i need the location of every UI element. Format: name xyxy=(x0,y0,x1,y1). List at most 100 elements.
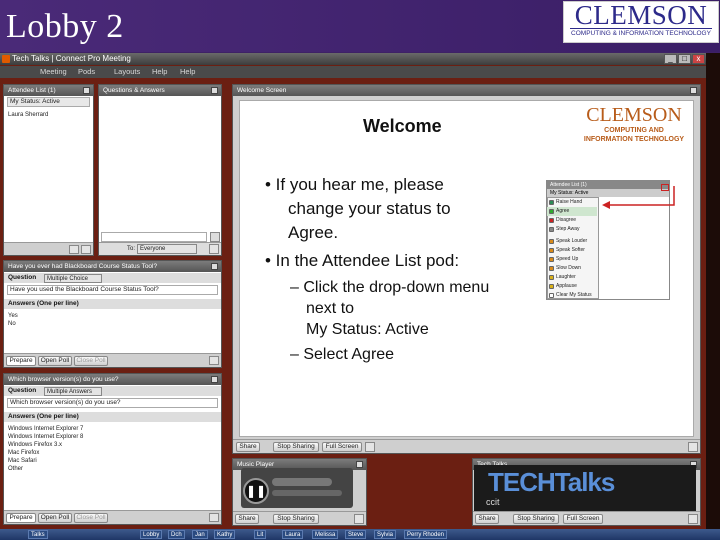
pause-icon[interactable]: ❚❚ xyxy=(243,478,269,504)
my-status-dropdown[interactable]: My Status: Active xyxy=(7,97,90,107)
close-poll-button[interactable]: Close Poll xyxy=(74,513,108,523)
slide-title: Lobby 2 xyxy=(6,8,124,45)
menu-layouts[interactable]: Layouts xyxy=(114,66,140,78)
share-options-icon[interactable] xyxy=(365,442,375,452)
logo-tagline: COMPUTING & INFORMATION TECHNOLOGY xyxy=(570,28,712,37)
logo-wordmark: CLEMSON xyxy=(574,0,708,30)
taskbar-item[interactable]: Jan xyxy=(192,530,208,539)
progress-bar[interactable] xyxy=(272,490,342,496)
taskbar-item[interactable]: Kathy xyxy=(214,530,236,539)
poll-options-icon[interactable] xyxy=(209,356,219,365)
stop-sharing-button[interactable]: Stop Sharing xyxy=(513,514,559,524)
ccit-badge: ccit xyxy=(486,497,500,507)
pod-title: Have you ever had Blackboard Course Stat… xyxy=(8,263,158,270)
prepare-tab[interactable]: Prepare xyxy=(6,513,36,523)
maximize-button[interactable]: □ xyxy=(678,54,691,64)
options-icon[interactable] xyxy=(69,245,79,254)
share-button[interactable]: Share xyxy=(235,514,259,524)
menu-help[interactable]: Help xyxy=(152,66,167,78)
answer-line[interactable]: Yes xyxy=(8,312,18,320)
red-arrow-icon xyxy=(602,186,675,209)
menu-item: Speak Softer xyxy=(547,246,597,255)
menu-meeting[interactable]: Meeting xyxy=(40,66,67,78)
agree-icon xyxy=(549,209,554,214)
menu-item: Clear My Status xyxy=(547,291,597,300)
pod-header: Attendee List (1) xyxy=(4,85,93,96)
taskbar-item[interactable]: Sylvia xyxy=(374,530,397,539)
taskbar-item[interactable]: Dch xyxy=(168,530,185,539)
pod-header: Which browser version(s) do you use? xyxy=(4,374,221,385)
close-poll-button[interactable]: Close Poll xyxy=(74,356,108,366)
step-away-icon xyxy=(549,227,554,232)
attendee-row[interactable]: Laura Sherrard xyxy=(8,111,48,119)
resize-icon[interactable] xyxy=(688,514,698,524)
question-field[interactable]: Have you used the Blackboard Course Stat… xyxy=(7,285,218,295)
recipient-select[interactable]: Everyone xyxy=(137,244,197,254)
qa-pod: Questions & Answers To: Everyone xyxy=(98,84,222,256)
menu-pods[interactable]: Pods xyxy=(78,66,95,78)
answer-line[interactable]: Mac Safari xyxy=(8,457,37,465)
taskbar-item[interactable]: Perry Rhoden xyxy=(404,530,448,539)
pod-menu-icon[interactable] xyxy=(690,87,697,94)
resize-icon[interactable] xyxy=(354,514,364,524)
full-screen-button[interactable]: Full Screen xyxy=(563,514,603,524)
resize-icon[interactable] xyxy=(688,442,698,452)
menu-help-2[interactable]: Help xyxy=(180,66,195,78)
menu-bar: Meeting Pods Layouts Help Help xyxy=(0,66,706,78)
menu-item: Agree xyxy=(547,207,597,216)
menu-item: Raise Hand xyxy=(547,198,597,207)
menu-item: Disagree xyxy=(547,216,597,225)
send-icon[interactable] xyxy=(210,232,220,242)
close-button[interactable]: x xyxy=(692,54,705,64)
chat-options-icon[interactable] xyxy=(209,244,219,254)
share-toolbar: Share Stop Sharing Full Screen xyxy=(233,439,700,453)
sub-bullet-line: – Select Agree xyxy=(290,346,395,363)
open-poll-button[interactable]: Open Poll xyxy=(38,356,72,366)
poll-options-icon[interactable] xyxy=(209,513,219,522)
pod-menu-icon[interactable] xyxy=(211,376,218,383)
poll-toolbar: Prepare Open Poll Close Poll xyxy=(4,353,221,367)
taskbar-item[interactable]: Melissa xyxy=(312,530,339,539)
poll-type-select[interactable]: Multiple Choice xyxy=(44,274,102,283)
window-titlebar: Tech Talks | Connect Pro Meeting _ □ x xyxy=(0,53,706,65)
menu-item: Laughter xyxy=(547,273,597,282)
answer-line[interactable]: Windows Internet Explorer 7 xyxy=(8,425,83,433)
share-button[interactable]: Share xyxy=(236,442,260,452)
laughter-icon xyxy=(549,275,554,280)
answer-line[interactable]: Windows Firefox 3.x xyxy=(8,441,62,449)
volume-slider[interactable] xyxy=(272,478,332,486)
pod-menu-icon[interactable] xyxy=(83,87,90,94)
speak-softer-icon xyxy=(549,248,554,253)
pod-menu-icon[interactable] xyxy=(356,461,363,468)
poll-type-select[interactable]: Multiple Answers xyxy=(44,387,102,396)
stop-sharing-button[interactable]: Stop Sharing xyxy=(273,442,319,452)
pod-menu-icon[interactable] xyxy=(211,87,218,94)
connect-app-icon xyxy=(2,55,10,63)
answer-line[interactable]: No xyxy=(8,320,16,328)
minimize-button[interactable]: _ xyxy=(664,54,677,64)
answer-line[interactable]: Other xyxy=(8,465,23,473)
answer-line[interactable]: Windows Internet Explorer 8 xyxy=(8,433,83,441)
stop-sharing-button[interactable]: Stop Sharing xyxy=(273,514,319,524)
taskbar-item[interactable]: Lobby xyxy=(140,530,163,539)
pod-menu-icon[interactable] xyxy=(211,263,218,270)
question-label: Question xyxy=(8,387,37,394)
answer-line[interactable]: Mac Firefox xyxy=(8,449,39,457)
question-field[interactable]: Which browser version(s) do you use? xyxy=(7,398,218,408)
resize-icon[interactable] xyxy=(81,245,91,254)
taskbar-item[interactable]: Lit xyxy=(254,530,267,539)
slide-logo-line2: INFORMATION TECHNOLOGY xyxy=(583,136,685,143)
share-button[interactable]: Share xyxy=(475,514,499,524)
slow-down-icon xyxy=(549,266,554,271)
tech-talks-banner: TECHTalks ccit xyxy=(474,465,696,511)
open-poll-button[interactable]: Open Poll xyxy=(38,513,72,523)
prepare-tab[interactable]: Prepare xyxy=(6,356,36,366)
menu-item: Speed Up xyxy=(547,255,597,264)
sub-bullet-line: My Status: Active xyxy=(306,321,429,338)
full-screen-button[interactable]: Full Screen xyxy=(322,442,362,452)
taskbar-item[interactable]: Laura xyxy=(282,530,304,539)
taskbar-item[interactable]: Steve xyxy=(345,530,367,539)
poll-pod-1: Have you ever had Blackboard Course Stat… xyxy=(3,260,222,368)
chat-input[interactable] xyxy=(101,232,207,242)
taskbar-item[interactable]: Talks xyxy=(28,530,48,539)
